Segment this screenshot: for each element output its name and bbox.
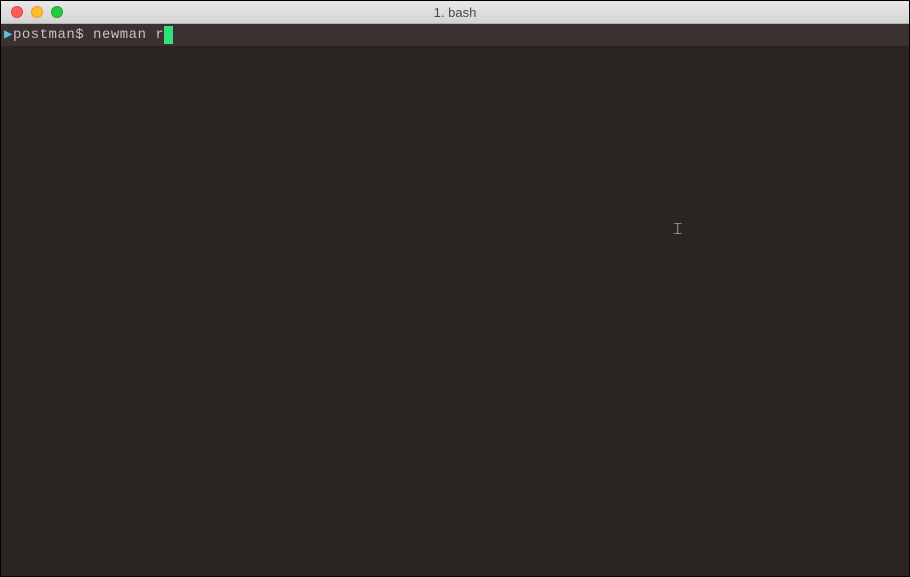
prompt-line: ▶postman$ newman r: [1, 24, 909, 46]
traffic-lights: [1, 6, 63, 18]
prompt-label: postman$: [13, 25, 84, 45]
titlebar[interactable]: 1. bash: [1, 1, 909, 24]
text-cursor-icon: ⌶: [673, 220, 683, 240]
terminal-window: 1. bash ▶postman$ newman r ⌶: [0, 0, 910, 577]
command-input-text: newman r: [84, 25, 164, 45]
prompt-arrow-icon: ▶: [4, 25, 13, 45]
minimize-button[interactable]: [31, 6, 43, 18]
window-title: 1. bash: [434, 5, 477, 20]
terminal-body[interactable]: ▶postman$ newman r ⌶: [1, 24, 909, 576]
maximize-button[interactable]: [51, 6, 63, 18]
close-button[interactable]: [11, 6, 23, 18]
cursor-icon: [164, 26, 173, 44]
